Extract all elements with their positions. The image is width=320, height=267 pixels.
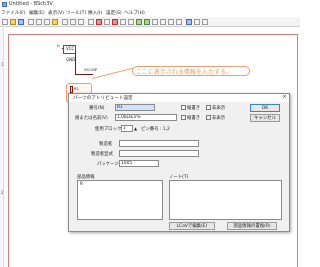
- model-label: 製造者型式: [91, 152, 113, 157]
- tag-tool-icon[interactable]: [112, 19, 118, 25]
- bus-entry-tool-icon[interactable]: [176, 19, 182, 25]
- part-tool-icon[interactable]: [104, 19, 110, 25]
- part-info-value: R: [80, 182, 84, 187]
- dash-tool-icon[interactable]: [152, 19, 158, 25]
- window-title: Untitled - BSch3V: [9, 1, 53, 7]
- maker-label: 製造者: [99, 142, 113, 147]
- cut-icon[interactable]: [36, 19, 42, 25]
- value-hidden-checkbox[interactable]: [206, 115, 211, 120]
- undo-icon[interactable]: [62, 19, 68, 25]
- paste-icon[interactable]: [52, 19, 58, 25]
- pin-number-text: ピン番号 : 1,2: [141, 127, 170, 132]
- comment-tool-icon[interactable]: [128, 19, 134, 25]
- app-icon: [2, 2, 7, 7]
- ok-button[interactable]: OK: [250, 104, 280, 112]
- package-label: パッケージ: [97, 162, 119, 167]
- menu-tools[interactable]: ツール(T): [66, 10, 86, 16]
- wire-tool-icon[interactable]: [136, 19, 142, 25]
- replace-part-info-button[interactable]: 部品情報の置換(R): [227, 222, 277, 230]
- net-label: VCCHP: [84, 67, 98, 72]
- print-icon[interactable]: [28, 19, 34, 25]
- label-tool-icon[interactable]: [120, 19, 126, 25]
- ref-label: 番号(N): [89, 106, 105, 111]
- ref-input[interactable]: R1: [115, 104, 155, 111]
- bus-tool-icon[interactable]: [144, 19, 150, 25]
- model-input[interactable]: [119, 150, 199, 157]
- menu-bar: ファイル(F) 編集(E) 表示(V) ツール(T) 挿入(I) 設定(S) ヘ…: [0, 9, 300, 17]
- wire: [75, 53, 76, 75]
- menu-edit[interactable]: 編集(E): [29, 10, 45, 16]
- value-vertical-checkbox[interactable]: [181, 115, 186, 120]
- header-label: H: [57, 44, 60, 48]
- ref-vertical-checkbox[interactable]: [181, 105, 186, 110]
- lcov-edit-button[interactable]: LCoVで編集(E): [169, 222, 215, 230]
- entry-tool-icon[interactable]: [168, 19, 174, 25]
- resistor-ref: R1: [74, 87, 79, 91]
- dialog-title-bar: パーツのアトリビュート設定 ×: [69, 94, 289, 102]
- ruler-tick: 1: [1, 62, 4, 67]
- value-label: 値または名前(V): [75, 116, 108, 121]
- menu-help[interactable]: ヘルプ(H): [124, 10, 145, 16]
- title-bar: Untitled - BSch3V: [0, 0, 300, 9]
- menu-file[interactable]: ファイル(F): [1, 10, 26, 16]
- junction-tool-icon[interactable]: [160, 19, 166, 25]
- menu-insert[interactable]: 挿入(I): [88, 10, 102, 16]
- ruler-tick: 2: [1, 190, 4, 195]
- close-icon[interactable]: ×: [280, 94, 289, 101]
- part-info-box[interactable]: R: [77, 180, 163, 220]
- callout-text: ここに表示される情報を入力する。: [136, 69, 233, 76]
- menu-view[interactable]: 表示(V): [48, 10, 64, 16]
- block-label: 使用ブロック: [95, 127, 122, 132]
- select-tool-icon[interactable]: [88, 19, 94, 25]
- marker-line-tool-icon[interactable]: [194, 19, 200, 25]
- value-vertical-label: 縦書き: [187, 116, 201, 121]
- block-input[interactable]: 1: [121, 125, 133, 132]
- resistor-symbol[interactable]: [70, 86, 73, 93]
- open-folder-icon[interactable]: [10, 19, 16, 25]
- gnd-label: GND: [66, 57, 76, 62]
- zoom-out-icon[interactable]: [78, 19, 84, 25]
- block-spinner-icon[interactable]: ▲: [134, 126, 137, 131]
- copy-icon[interactable]: [44, 19, 50, 25]
- menu-settings[interactable]: 設定(S): [106, 10, 122, 16]
- value-hidden-label: 非表示: [212, 116, 226, 121]
- drag-tool-icon[interactable]: [96, 19, 102, 25]
- ref-hidden-label: 非表示: [212, 106, 226, 111]
- wire: [75, 74, 93, 75]
- toolbar: [0, 17, 300, 27]
- part-attribute-dialog: パーツのアトリビュート設定 × 番号(N) R1 縦書き 非表示 OK 値または…: [68, 93, 290, 232]
- image-tool-icon[interactable]: [186, 19, 192, 25]
- ref-hidden-checkbox[interactable]: [206, 105, 211, 110]
- note-textarea[interactable]: [169, 180, 282, 220]
- zoom-in-icon[interactable]: [70, 19, 76, 25]
- grid-icon[interactable]: [202, 19, 208, 25]
- save-icon[interactable]: [18, 19, 24, 25]
- maker-input[interactable]: [119, 140, 199, 147]
- value-input[interactable]: 1.0kΩ±5%: [115, 114, 177, 121]
- cancel-button[interactable]: キャンセル: [250, 114, 280, 122]
- package-input[interactable]: 1005: [119, 160, 159, 167]
- vcc-part-label: VCC: [66, 46, 75, 51]
- new-file-icon[interactable]: [2, 19, 8, 25]
- dialog-title: パーツのアトリビュート設定: [73, 96, 133, 101]
- ref-vertical-label: 縦書き: [187, 106, 201, 111]
